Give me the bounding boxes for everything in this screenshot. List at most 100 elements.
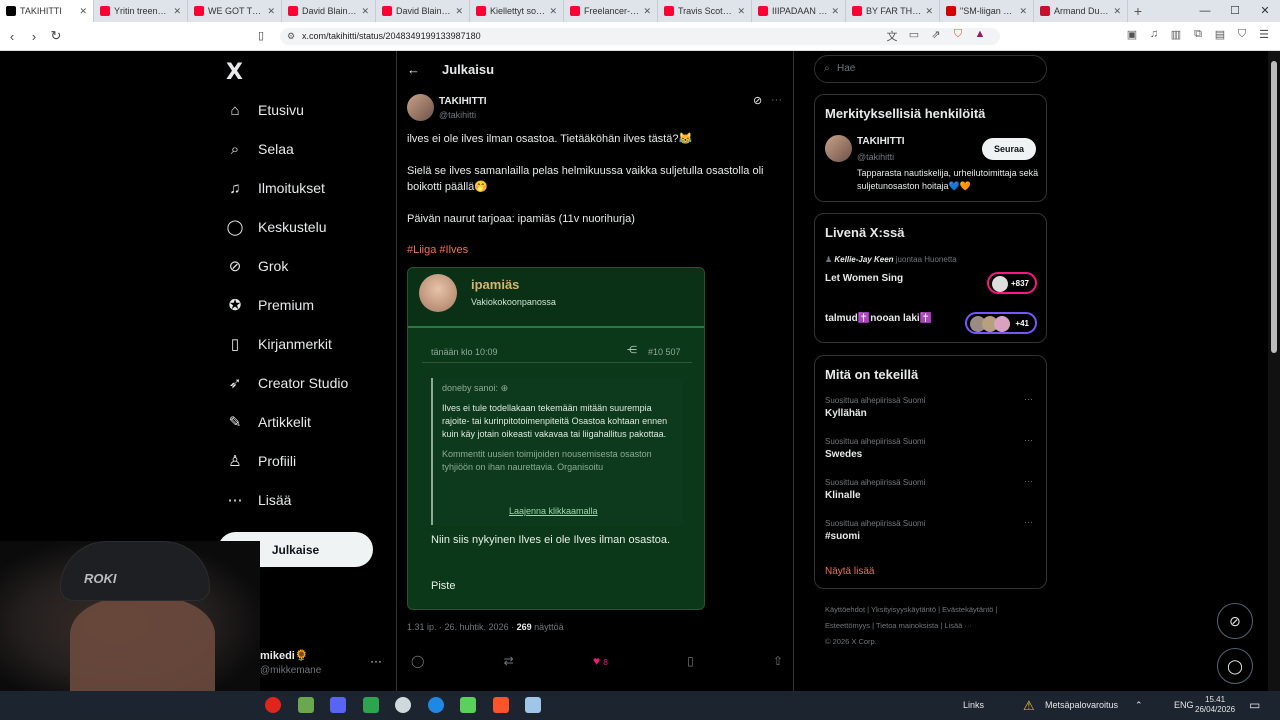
- grok-fab[interactable]: ⊘: [1217, 603, 1253, 639]
- maximize-icon[interactable]: ☐: [1220, 0, 1250, 22]
- bookmark-icon[interactable]: ▯: [687, 654, 694, 668]
- brave-taskbar-icon[interactable]: [493, 697, 509, 713]
- relevant-handle[interactable]: @takihitti: [857, 152, 894, 162]
- tab-close-icon[interactable]: ✕: [1113, 6, 1121, 17]
- tab-close-icon[interactable]: ✕: [361, 6, 369, 17]
- footer-more[interactable]: Lisää ···: [944, 621, 972, 630]
- browser-tab[interactable]: IIIPADAAN shoks✕: [752, 0, 846, 22]
- brave-rewards-icon[interactable]: ▲: [973, 28, 987, 44]
- tab-close-icon[interactable]: ✕: [643, 6, 651, 17]
- tab-close-icon[interactable]: ✕: [925, 6, 933, 17]
- reload-icon[interactable]: ↻: [46, 28, 66, 44]
- sidebar-item-ilmoitukset[interactable]: ♫ Ilmoitukset: [226, 179, 325, 197]
- tab-close-icon[interactable]: ✕: [737, 6, 745, 17]
- trend-more-icon[interactable]: ···: [1024, 394, 1033, 404]
- links-toolbar[interactable]: Links: [963, 691, 984, 720]
- show-more-link[interactable]: Näytä lisää: [825, 566, 874, 577]
- account-switcher[interactable]: mikedi🌻 @mikkemane: [260, 649, 321, 676]
- browser-tab[interactable]: TAKIHITTI ✕: [0, 0, 94, 22]
- browser-tab[interactable]: Travis Scott - MO ✕: [658, 0, 752, 22]
- browser-tab[interactable]: BY FAR THE SCAI ✕: [846, 0, 940, 22]
- sidebar-toggle-icon[interactable]: ▣: [1125, 28, 1139, 41]
- browser-tab[interactable]: Freelancer-Zomb ✕: [564, 0, 658, 22]
- browser-tab[interactable]: Yritin treenata pa✕: [94, 0, 188, 22]
- tab-close-icon[interactable]: ✕: [267, 6, 275, 17]
- footer-cookies[interactable]: Evästekäytäntö: [942, 605, 993, 614]
- forward-icon[interactable]: ›: [24, 29, 44, 44]
- app-shield-icon[interactable]: [395, 697, 411, 713]
- extensions-icon[interactable]: ⧉: [1191, 28, 1205, 41]
- media-icon[interactable]: ♫: [1147, 28, 1161, 41]
- trend-item[interactable]: Suosittua aihepiirissä Suomi #suomi: [825, 519, 926, 542]
- warning-icon[interactable]: ⚠: [1023, 691, 1035, 720]
- like-button[interactable]: ♥ 8: [593, 654, 608, 668]
- forum-screenshot-card[interactable]: ipamiäs Vakiokokoonpanossa tänään klo 10…: [407, 267, 705, 610]
- tab-close-icon[interactable]: ✕: [549, 6, 557, 17]
- sidebar-item-keskustelu[interactable]: ◯ Keskustelu: [226, 218, 327, 236]
- browser-tab[interactable]: Kiellettyt soinduti ✕: [470, 0, 564, 22]
- app-icon[interactable]: [298, 697, 314, 713]
- trend-more-icon[interactable]: ···: [1024, 517, 1033, 527]
- x-logo[interactable]: X: [226, 60, 243, 85]
- tab-close-icon[interactable]: ✕: [831, 6, 839, 17]
- live-space-1-listeners[interactable]: +837: [987, 272, 1037, 294]
- sidebar-item-etusivu[interactable]: ⌂ Etusivu: [226, 101, 303, 119]
- author-handle[interactable]: @takihitti: [439, 110, 476, 120]
- menu-icon[interactable]: ☰: [1257, 28, 1271, 41]
- page-scrollbar[interactable]: [1268, 51, 1280, 691]
- sidebar-item-creatorstudio[interactable]: ➶ Creator Studio: [226, 374, 349, 392]
- trend-more-icon[interactable]: ···: [1024, 476, 1033, 486]
- sidebar-item-grok[interactable]: ⊘ Grok: [226, 257, 289, 275]
- follow-button[interactable]: Seuraa: [982, 138, 1036, 160]
- bookmark-page-icon[interactable]: ▯: [258, 29, 264, 42]
- relevant-name[interactable]: TAKIHITTI: [857, 136, 905, 147]
- live-space-2-listeners[interactable]: +41: [965, 312, 1037, 334]
- live-space-2[interactable]: talmud✝️nooan laki✝️: [825, 313, 932, 324]
- tab-close-icon[interactable]: ✕: [79, 6, 87, 17]
- messages-fab[interactable]: ◯: [1217, 648, 1253, 684]
- tab-close-icon[interactable]: ✕: [1019, 6, 1027, 17]
- opera-icon[interactable]: [265, 697, 281, 713]
- sidebar-item-premium[interactable]: ✪ Premium: [226, 296, 314, 314]
- footer-terms[interactable]: Käyttöehdot: [825, 605, 865, 614]
- scrollbar-thumb[interactable]: [1271, 61, 1277, 353]
- minimize-icon[interactable]: —: [1190, 0, 1220, 22]
- sidebar-item-lis[interactable]: ⋯ Lisää: [226, 491, 292, 509]
- trend-item[interactable]: Suosittua aihepiirissä Suomi Swedes: [825, 437, 926, 460]
- close-window-icon[interactable]: ✕: [1250, 0, 1280, 22]
- back-icon[interactable]: ‹: [2, 29, 22, 44]
- trend-item[interactable]: Suosittua aihepiirissä Suomi Klinalle: [825, 478, 926, 501]
- sidebar-item-artikkelit[interactable]: ✎ Artikkelit: [226, 413, 311, 431]
- discord-icon[interactable]: [330, 697, 346, 713]
- game-app-icon[interactable]: [363, 697, 379, 713]
- reply-icon[interactable]: ◯: [411, 654, 424, 668]
- footer-accessibility[interactable]: Esteettömyys: [825, 621, 870, 630]
- vpn-icon[interactable]: ⛉: [1235, 28, 1249, 41]
- sidebar-item-profiili[interactable]: ♙ Profiili: [226, 452, 296, 470]
- back-arrow-icon[interactable]: ←: [407, 62, 420, 77]
- browser-tab[interactable]: WE GOT TRAPPED✕: [188, 0, 282, 22]
- browser-tab[interactable]: Armand Duplantis ✕: [1034, 0, 1128, 22]
- author-avatar[interactable]: [407, 94, 434, 121]
- play-app-icon[interactable]: [460, 697, 476, 713]
- trend-more-icon[interactable]: ···: [1024, 435, 1033, 445]
- footer-ads[interactable]: Tietoa mainoksista: [876, 621, 938, 630]
- sidebar-item-kirjanmerkit[interactable]: ▯ Kirjanmerkit: [226, 335, 332, 353]
- hashtags[interactable]: #Liiga #Ilves: [407, 244, 468, 256]
- trend-item[interactable]: Suosittua aihepiirissä Suomi Kyllähän: [825, 396, 926, 419]
- post-more-icon[interactable]: ···: [771, 94, 782, 106]
- clock[interactable]: 15.41 26/04/2026: [1195, 695, 1235, 715]
- author-name[interactable]: TAKIHITTI: [439, 96, 487, 107]
- cast-icon[interactable]: ▭: [907, 28, 921, 44]
- account-more-icon[interactable]: ···: [370, 654, 382, 668]
- tab-close-icon[interactable]: ✕: [173, 6, 181, 17]
- notifications-icon[interactable]: ▭: [1249, 691, 1260, 720]
- site-info-icon[interactable]: ⚙: [287, 28, 295, 45]
- new-tab-icon[interactable]: +: [1128, 3, 1148, 19]
- search-input[interactable]: ⌕ Hae: [814, 55, 1047, 83]
- edge-icon[interactable]: [428, 697, 444, 713]
- relevant-avatar[interactable]: [825, 135, 852, 162]
- share-icon[interactable]: ⇗: [929, 28, 943, 44]
- live-space-1[interactable]: Let Women Sing: [825, 273, 903, 284]
- grok-explain-icon[interactable]: ⊘: [753, 94, 762, 107]
